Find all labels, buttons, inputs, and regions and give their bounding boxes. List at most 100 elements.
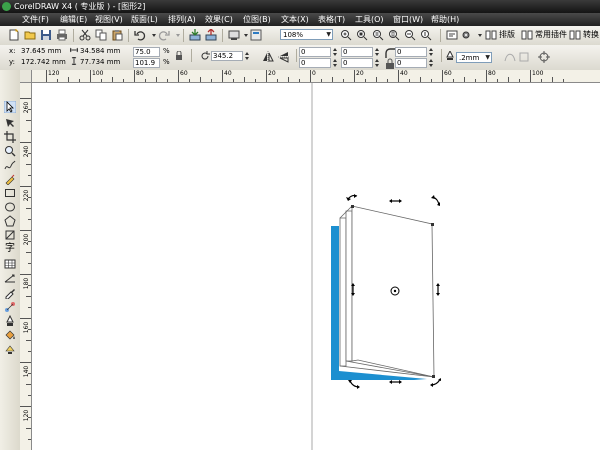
common-plugins-button[interactable]: 常用插件	[535, 29, 567, 40]
application-launcher-icon[interactable]	[228, 29, 240, 41]
menu-tools[interactable]: 工具(O)	[355, 14, 384, 25]
redo-dropdown-icon[interactable]	[172, 29, 180, 41]
selection-node[interactable]	[431, 223, 434, 226]
welcome-screen-icon[interactable]	[250, 29, 262, 41]
new-document-icon[interactable]	[8, 29, 20, 41]
undo-dropdown-icon[interactable]	[148, 29, 156, 41]
zoom-all-objects-icon[interactable]	[372, 29, 384, 41]
gear-icon[interactable]	[460, 29, 472, 41]
freehand-tool-icon[interactable]	[4, 159, 16, 171]
polygon-tool-icon[interactable]	[4, 215, 16, 227]
interactive-fill-tool-icon[interactable]	[4, 343, 16, 355]
menu-arrange[interactable]: 排列(A)	[168, 14, 196, 25]
skew-handle-right[interactable]	[436, 283, 440, 296]
ruler-origin-corner[interactable]	[20, 70, 32, 83]
rectangle-tool-icon[interactable]	[4, 187, 16, 199]
rotation-angle-field[interactable]: 345.2	[211, 51, 243, 61]
zoom-level-combo[interactable]: 108% ▼	[280, 29, 333, 40]
open-folder-icon[interactable]	[24, 29, 36, 41]
scale-y-field[interactable]: 101.9	[133, 58, 160, 68]
object-width-value[interactable]: 34.584 mm	[80, 47, 120, 55]
plugin-icon[interactable]	[521, 29, 533, 41]
skew-spinner-6[interactable]	[428, 58, 434, 68]
menu-layout[interactable]: 版面(L)	[131, 14, 158, 25]
mirror-vertical-icon[interactable]	[278, 51, 290, 63]
skew-field-3[interactable]: 0	[341, 47, 373, 57]
rotate-handle-top-right[interactable]	[431, 195, 440, 206]
selection-node[interactable]	[351, 205, 354, 208]
target-crosshair-icon[interactable]	[538, 51, 550, 63]
interactive-blend-tool-icon[interactable]	[4, 301, 16, 313]
skew-field-4[interactable]: 0	[341, 58, 373, 68]
y-position-value[interactable]: 172.742 mm	[21, 58, 66, 66]
eyedropper-tool-icon[interactable]	[4, 287, 16, 299]
menu-edit[interactable]: 编辑(E)	[60, 14, 87, 25]
cut-icon[interactable]	[79, 29, 91, 41]
outline-pen-tool-icon[interactable]	[4, 315, 16, 327]
shape-tool-icon[interactable]	[4, 117, 16, 129]
outline-width-combo[interactable]: .2mm ▼	[456, 52, 492, 63]
drawing-canvas[interactable]	[32, 83, 600, 450]
redo-icon[interactable]	[158, 29, 170, 41]
pick-tool-icon[interactable]	[4, 101, 16, 113]
zoom-in-icon[interactable]	[340, 29, 352, 41]
dimension-tool-icon[interactable]	[4, 273, 16, 285]
skew-field-2[interactable]: 0	[299, 58, 331, 68]
corner-round-icon[interactable]	[384, 47, 395, 58]
menu-text[interactable]: 文本(X)	[281, 14, 309, 25]
zoom-page-width-icon[interactable]	[404, 29, 416, 41]
rotate-handle-bottom-left[interactable]	[348, 380, 360, 389]
corner-lock-icon[interactable]	[384, 58, 394, 69]
page-back-1[interactable]	[339, 217, 347, 367]
x-position-value[interactable]: 37.645 mm	[21, 47, 61, 55]
skew-spinner-2[interactable]	[332, 58, 338, 68]
menu-table[interactable]: 表格(T)	[318, 14, 345, 25]
basic-shapes-tool-icon[interactable]	[4, 229, 16, 241]
menu-file[interactable]: 文件(F)	[22, 14, 49, 25]
rotate-handle-top-left[interactable]	[346, 194, 358, 201]
copy-icon[interactable]	[95, 29, 107, 41]
menu-view[interactable]: 视图(V)	[95, 14, 123, 25]
layout-icon[interactable]	[485, 29, 497, 41]
skew-handle-bottom[interactable]	[389, 380, 402, 384]
undo-icon[interactable]	[134, 29, 146, 41]
zoom-tool-icon[interactable]	[4, 145, 16, 157]
menu-help[interactable]: 帮助(H)	[431, 14, 459, 25]
convert-outline-icon[interactable]	[518, 51, 530, 63]
options-dropdown-icon[interactable]	[474, 29, 482, 41]
print-icon[interactable]	[56, 29, 68, 41]
vertical-ruler[interactable]: 260 240 220 200 180 160 140 120	[20, 82, 32, 450]
layout-button[interactable]: 排版	[499, 29, 515, 40]
skew-spinner-5[interactable]	[428, 47, 434, 57]
skew-spinner-3[interactable]	[374, 47, 380, 57]
horizontal-ruler[interactable]: 120 100 80 60 40 20 0 20 40 60 80 100	[20, 70, 600, 83]
skew-spinner-1[interactable]	[332, 47, 338, 57]
skew-spinner-4[interactable]	[374, 58, 380, 68]
import-icon[interactable]	[189, 29, 201, 41]
skew-field-1[interactable]: 0	[299, 47, 331, 57]
rotation-spinner[interactable]	[244, 51, 250, 61]
zoom-page-icon[interactable]	[388, 29, 400, 41]
menu-effects[interactable]: 效果(C)	[205, 14, 233, 25]
paste-icon[interactable]	[111, 29, 123, 41]
rotate-handle-bottom-right[interactable]	[430, 378, 441, 387]
lock-ratio-icon[interactable]	[175, 50, 183, 60]
fill-tool-icon[interactable]	[4, 329, 16, 341]
convert-icon[interactable]	[569, 29, 581, 41]
smart-fill-tool-icon[interactable]	[4, 173, 16, 185]
page-front[interactable]	[351, 205, 435, 378]
menu-window[interactable]: 窗口(W)	[393, 14, 423, 25]
options-icon[interactable]	[446, 29, 458, 41]
scale-x-field[interactable]: 75.0	[133, 47, 160, 57]
selection-node[interactable]	[432, 375, 435, 378]
save-icon[interactable]	[40, 29, 52, 41]
object-height-value[interactable]: 77.734 mm	[80, 58, 120, 66]
convert-button[interactable]: 转换	[583, 29, 599, 40]
menu-bitmaps[interactable]: 位图(B)	[243, 14, 271, 25]
crop-tool-icon[interactable]	[4, 131, 16, 143]
skew-handle-top[interactable]	[389, 199, 402, 203]
ellipse-tool-icon[interactable]	[4, 201, 16, 213]
skew-field-5[interactable]: 0	[395, 47, 427, 57]
zoom-selected-icon[interactable]	[356, 29, 368, 41]
launcher-dropdown-icon[interactable]	[240, 29, 248, 41]
